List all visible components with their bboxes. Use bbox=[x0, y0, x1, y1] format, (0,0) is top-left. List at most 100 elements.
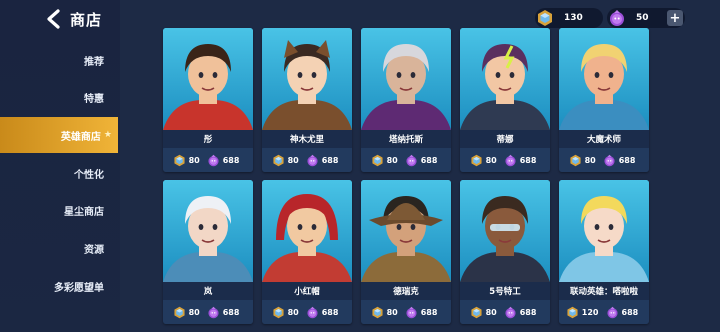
star-icon: ★ bbox=[103, 130, 112, 141]
gem-price: 80 bbox=[485, 307, 497, 317]
gem-price: 80 bbox=[584, 155, 596, 165]
hero-portrait bbox=[559, 28, 649, 130]
hero-portrait-image bbox=[559, 180, 649, 282]
sidebar-item-hero-shop[interactable]: 英雄商店 ★ bbox=[0, 117, 118, 154]
purple-drop-coin-icon bbox=[406, 306, 417, 318]
purple-price: 688 bbox=[519, 307, 537, 317]
purple-drop-coin-icon bbox=[606, 306, 618, 318]
purple-price: 688 bbox=[321, 307, 339, 317]
hero-price: 80 688 bbox=[163, 148, 253, 172]
gem-price: 80 bbox=[188, 307, 200, 317]
purple-price: 688 bbox=[420, 307, 438, 317]
purple-price: 688 bbox=[621, 307, 639, 317]
sidebar-item-wishlist[interactable]: 多彩愿望单 bbox=[0, 268, 118, 304]
blue-gem-coin-icon bbox=[471, 306, 482, 318]
header: 商店 bbox=[44, 7, 102, 31]
hero-portrait-image bbox=[262, 180, 352, 282]
hero-price: 80 688 bbox=[460, 300, 550, 324]
hero-portrait-image bbox=[262, 28, 352, 130]
purple-drop-coin-icon bbox=[307, 306, 318, 318]
hero-portrait-image bbox=[559, 28, 649, 130]
sidebar: 商店 推荐 特惠 英雄商店 ★ 个性化 星尘商店 资源 多彩愿望单 bbox=[0, 0, 120, 332]
hero-portrait-image bbox=[361, 180, 451, 282]
gem-price: 120 bbox=[581, 307, 599, 317]
hero-card-thanatos[interactable]: 塔纳托斯 80 688 bbox=[361, 28, 451, 172]
gem-price: 80 bbox=[287, 307, 299, 317]
sidebar-item-personalize[interactable]: 个性化 bbox=[0, 155, 118, 191]
hero-name: 塔纳托斯 bbox=[361, 130, 451, 148]
purple-currency: 50 + bbox=[607, 8, 685, 28]
hero-portrait bbox=[361, 180, 451, 282]
sidebar-item-label: 特惠 bbox=[84, 94, 104, 106]
hero-portrait bbox=[163, 28, 253, 130]
hero-portrait bbox=[262, 180, 352, 282]
hero-card-talala[interactable]: 联动英雄：嗒啦啦 120 688 bbox=[559, 180, 649, 324]
hero-name: 彤 bbox=[163, 130, 253, 148]
sidebar-item-stardust-shop[interactable]: 星尘商店 bbox=[0, 193, 118, 229]
hero-portrait-image bbox=[460, 28, 550, 130]
hero-card-tina[interactable]: 蒂娜 80 688 bbox=[460, 28, 550, 172]
purple-drop-coin-icon bbox=[208, 154, 219, 166]
hero-card-tong[interactable]: 彤 80 688 bbox=[163, 28, 253, 172]
blue-gem-coin-icon bbox=[570, 154, 581, 166]
hero-price: 80 688 bbox=[361, 148, 451, 172]
hero-card-lan[interactable]: 岚 80 688 bbox=[163, 180, 253, 324]
blue-gem-coin-icon bbox=[372, 154, 383, 166]
hero-name: 5号特工 bbox=[460, 282, 550, 300]
hero-card-red-hood[interactable]: 小红帽 80 688 bbox=[262, 180, 352, 324]
blue-gem-coin-icon bbox=[471, 154, 482, 166]
hero-portrait-image bbox=[163, 180, 253, 282]
hero-card-agent-5[interactable]: 5号特工 80 688 bbox=[460, 180, 550, 324]
gem-price: 80 bbox=[386, 155, 398, 165]
add-currency-button[interactable]: + bbox=[667, 10, 683, 26]
purple-price: 688 bbox=[222, 307, 240, 317]
blue-gem-coin-icon bbox=[273, 154, 284, 166]
sidebar-item-recommend[interactable]: 推荐 bbox=[0, 42, 118, 78]
hero-portrait bbox=[460, 28, 550, 130]
gem-price: 80 bbox=[287, 155, 299, 165]
blue-gem-coin-icon bbox=[174, 306, 185, 318]
purple-drop-coin-icon bbox=[505, 154, 516, 166]
sidebar-menu: 推荐 特惠 英雄商店 ★ 个性化 星尘商店 资源 多彩愿望单 bbox=[0, 42, 118, 306]
page-title: 商店 bbox=[70, 10, 103, 29]
gem-price: 80 bbox=[188, 155, 200, 165]
blue-gem-coin-icon bbox=[372, 306, 383, 318]
hero-portrait-image bbox=[460, 180, 550, 282]
blue-gem-coin-icon bbox=[567, 306, 578, 318]
purple-amount: 50 bbox=[636, 13, 649, 23]
hero-portrait-image bbox=[163, 28, 253, 130]
sidebar-item-resources[interactable]: 资源 bbox=[0, 230, 118, 266]
gem-price: 80 bbox=[386, 307, 398, 317]
sidebar-item-label: 星尘商店 bbox=[64, 207, 104, 219]
gem-amount: 130 bbox=[564, 13, 583, 23]
sidebar-item-label: 个性化 bbox=[74, 169, 104, 181]
purple-price: 688 bbox=[420, 155, 438, 165]
hero-price: 80 688 bbox=[262, 300, 352, 324]
hero-portrait bbox=[361, 28, 451, 130]
sidebar-item-label: 多彩愿望单 bbox=[54, 282, 104, 294]
hero-card-yuri[interactable]: 神木尤里 80 688 bbox=[262, 28, 352, 172]
sidebar-item-label: 英雄商店 bbox=[60, 131, 101, 143]
hero-price: 80 688 bbox=[163, 300, 253, 324]
hero-price: 80 688 bbox=[559, 148, 649, 172]
purple-drop-coin-icon bbox=[604, 154, 615, 166]
hero-name: 大魔术师 bbox=[559, 130, 649, 148]
gem-price: 80 bbox=[485, 155, 497, 165]
hero-name: 小红帽 bbox=[262, 282, 352, 300]
hero-portrait bbox=[262, 28, 352, 130]
purple-price: 688 bbox=[321, 155, 339, 165]
hero-price: 80 688 bbox=[460, 148, 550, 172]
hero-card-magician[interactable]: 大魔术师 80 688 bbox=[559, 28, 649, 172]
hero-price: 80 688 bbox=[262, 148, 352, 172]
sidebar-item-special-offer[interactable]: 特惠 bbox=[0, 80, 118, 116]
hero-portrait bbox=[460, 180, 550, 282]
hero-grid: 彤 80 688 神木尤里 80 688 塔纳托斯 80 688 蒂娜 80 6… bbox=[163, 28, 649, 332]
hero-name: 蒂娜 bbox=[460, 130, 550, 148]
back-arrow-icon[interactable] bbox=[44, 9, 64, 29]
hero-card-drake[interactable]: 德瑞克 80 688 bbox=[361, 180, 451, 324]
hero-price: 80 688 bbox=[361, 300, 451, 324]
hero-portrait bbox=[163, 180, 253, 282]
purple-drop-coin-icon bbox=[208, 306, 219, 318]
hero-name: 联动英雄：嗒啦啦 bbox=[559, 282, 649, 300]
purple-price: 688 bbox=[222, 155, 240, 165]
